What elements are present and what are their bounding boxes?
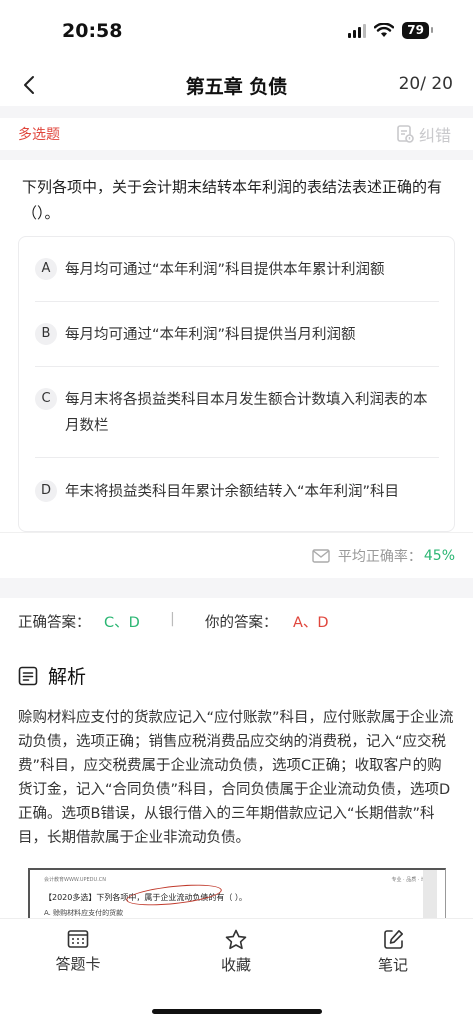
scan-option-a: A. 赊购材料应支付的货款 xyxy=(44,909,124,917)
scan-header-left: 会计教育WWW.UPEDU.CN xyxy=(44,877,107,883)
option-text: 每月均可通过“本年利润”科目提供本年累计利润额 xyxy=(65,262,385,278)
status-bar: 20:58 79 xyxy=(0,0,473,64)
tab-label: 答题卡 xyxy=(55,955,101,973)
divider xyxy=(35,457,439,458)
question-type-label: 多选题 xyxy=(18,127,60,143)
mail-icon xyxy=(312,549,330,563)
option-letter: A xyxy=(35,258,57,280)
analysis-title: 解析 xyxy=(48,666,87,688)
report-error-label: 纠错 xyxy=(418,126,451,145)
note-edit-icon xyxy=(383,930,403,949)
option-d[interactable]: D 年末将损益类科目年累计余额结转入“本年利润”科目 xyxy=(35,479,439,505)
correct-answer-value: C、D xyxy=(104,615,140,631)
divider xyxy=(35,301,439,302)
question-progress: 20/ 20 xyxy=(398,74,453,94)
answer-separator: | xyxy=(170,611,175,627)
question-stem: 下列各项中，关于会计期末结转本年利润的表结法表述正确的有（）。 xyxy=(22,178,443,222)
home-indicator[interactable] xyxy=(152,1009,322,1014)
your-answer-label: 你的答案： xyxy=(205,615,278,631)
star-icon xyxy=(225,929,247,950)
answer-card-icon xyxy=(67,930,89,948)
option-text: 每月均可通过“本年利润”科目提供当月利润额 xyxy=(65,327,356,343)
tab-answer-card[interactable]: 答题卡 xyxy=(33,929,123,974)
option-letter: B xyxy=(35,323,57,345)
status-icons: 79 xyxy=(348,22,433,39)
correct-answer-label: 正确答案： xyxy=(18,615,91,631)
option-text: 年末将损益类科目年累计余额结转入“本年利润”科目 xyxy=(65,484,400,500)
option-c[interactable]: C 每月末将各损益类科目本月发生额合计数填入利润表的本月数栏 xyxy=(35,387,439,439)
option-b[interactable]: B 每月均可通过“本年利润”科目提供当月利润额 xyxy=(35,322,439,348)
battery-indicator: 79 xyxy=(402,22,433,39)
cellular-signal-icon xyxy=(348,23,367,38)
accuracy-row: 平均正确率： 45% xyxy=(0,532,473,578)
option-a[interactable]: A 每月均可通过“本年利润”科目提供本年累计利润额 xyxy=(35,257,439,283)
your-answer-value: A、D xyxy=(293,615,329,631)
accuracy-label: 平均正确率： xyxy=(337,549,422,565)
wifi-icon xyxy=(374,23,395,37)
analysis-text: 赊购材料应支付的货款应记入“应付账款”科目，应付账款属于企业流动负债，选项正确；… xyxy=(18,710,454,846)
question-card: 下列各项中，关于会计期末结转本年利润的表结法表述正确的有（）。 A 每月均可通过… xyxy=(0,160,473,532)
nav-bar: 第五章 负债 20/ 20 xyxy=(0,64,473,106)
handwritten-circle xyxy=(125,881,223,909)
status-time: 20:58 xyxy=(62,20,123,42)
tab-notes[interactable]: 笔记 xyxy=(348,929,438,975)
document-icon xyxy=(18,666,38,685)
report-error-button[interactable]: 纠错 xyxy=(395,122,451,146)
question-type-row: 多选题 纠错 xyxy=(0,118,473,150)
options-list: A 每月均可通过“本年利润”科目提供本年累计利润额 B 每月均可通过“本年利润”… xyxy=(18,236,455,532)
tab-label: 笔记 xyxy=(377,956,408,974)
tab-label: 收藏 xyxy=(220,956,251,974)
report-error-icon xyxy=(397,125,414,143)
tab-favorite[interactable]: 收藏 xyxy=(191,929,281,975)
bottom-tab-bar: 答题卡 收藏 笔记 xyxy=(0,918,473,1024)
option-letter: D xyxy=(35,480,57,502)
accuracy-value: 45% xyxy=(423,548,455,564)
analysis-header: 解析 xyxy=(18,662,86,689)
answer-row: 正确答案： C、D | 你的答案： A、D xyxy=(0,598,473,644)
divider xyxy=(35,366,439,367)
average-accuracy: 平均正确率： 45% xyxy=(312,546,455,566)
option-letter: C xyxy=(35,388,57,410)
option-text: 每月末将各损益类科目本月发生额合计数填入利润表的本月数栏 xyxy=(65,392,428,434)
